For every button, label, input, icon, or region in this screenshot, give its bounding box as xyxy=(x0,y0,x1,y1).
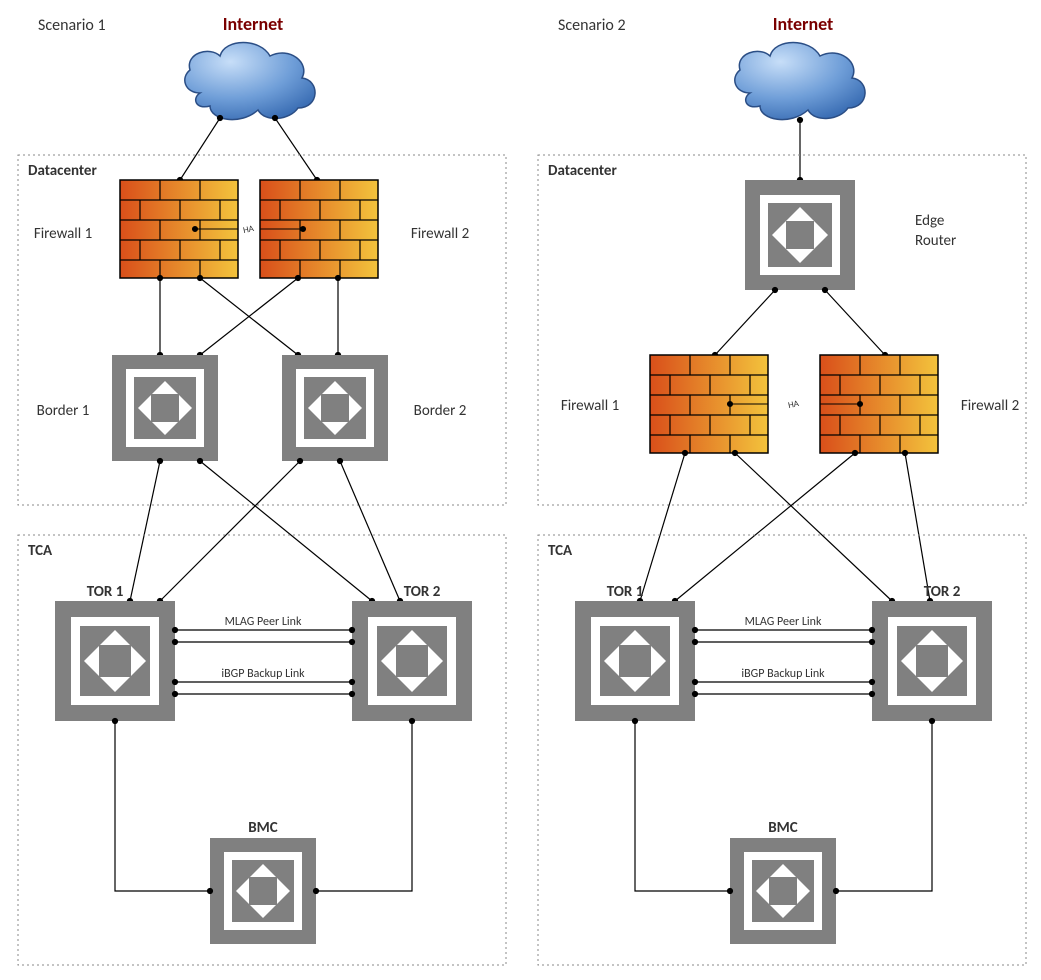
datacenter-label-1: Datacenter xyxy=(28,162,97,180)
firewall1-label-s2: Firewall 1 xyxy=(561,397,619,415)
datacenter-label-2: Datacenter xyxy=(548,162,617,180)
ha-label-2: HA xyxy=(787,398,801,411)
router-icon xyxy=(730,838,836,944)
scenario-1: Scenario 1 Internet Datacenter Firewall … xyxy=(18,13,506,965)
tor1-label-s1: TOR 1 xyxy=(87,583,124,601)
router-icon xyxy=(352,601,472,721)
router-icon xyxy=(282,355,388,461)
firewall2-label-s2: Firewall 2 xyxy=(961,397,1019,415)
edge-router-label-line2: Router xyxy=(915,232,956,250)
edge-router-label-line1: Edge xyxy=(915,212,944,230)
tor2-label-s1: TOR 2 xyxy=(404,583,441,601)
ibgp-label-1: iBGP Backup Link xyxy=(221,667,305,681)
firewall1-label-s1: Firewall 1 xyxy=(34,225,92,243)
topology-diagram: Scenario 1 Internet Datacenter Firewall … xyxy=(0,0,1041,980)
router-icon xyxy=(575,601,695,721)
cloud-icon xyxy=(185,43,315,120)
ha-label-1: HA xyxy=(242,223,256,236)
scenario-2-title: Scenario 2 xyxy=(558,16,626,35)
internet-label-2: Internet xyxy=(773,13,834,35)
tca-label-2: TCA xyxy=(548,542,573,560)
tca-label-1: TCA xyxy=(28,542,53,560)
border2-label: Border 2 xyxy=(414,402,467,420)
internet-label-1: Internet xyxy=(223,13,284,35)
router-icon xyxy=(745,180,855,290)
bmc-label-2: BMC xyxy=(768,819,798,837)
bmc-label-1: BMC xyxy=(248,819,278,837)
router-icon xyxy=(210,838,316,944)
router-icon xyxy=(112,355,218,461)
firewall2-label-s1: Firewall 2 xyxy=(411,225,469,243)
router-icon xyxy=(872,601,992,721)
scenario-1-title: Scenario 1 xyxy=(38,16,106,35)
ibgp-label-2: iBGP Backup Link xyxy=(741,667,825,681)
mlag-label-1: MLAG Peer Link xyxy=(225,615,302,629)
scenario-2: Scenario 2 Internet Datacenter Edge Rout… xyxy=(538,13,1026,965)
tor1-label-s2: TOR 1 xyxy=(607,583,644,601)
tor2-label-s2: TOR 2 xyxy=(924,583,961,601)
cloud-icon xyxy=(735,43,865,120)
router-icon xyxy=(55,601,175,721)
mlag-label-2: MLAG Peer Link xyxy=(745,615,822,629)
border1-label: Border 1 xyxy=(37,402,90,420)
